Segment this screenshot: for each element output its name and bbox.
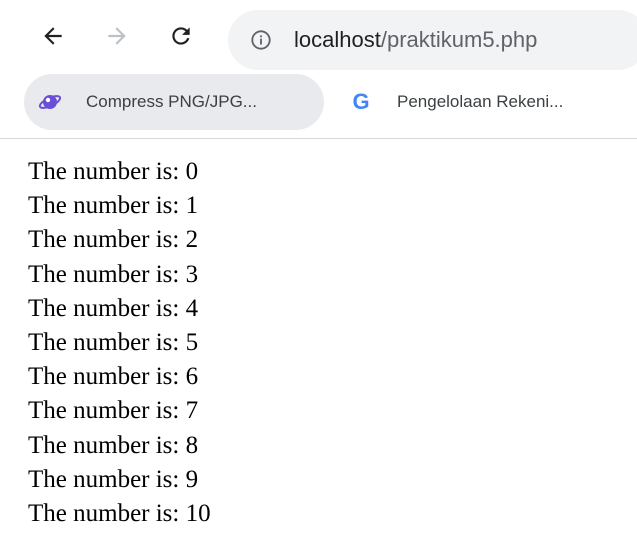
bookmark-label: Compress PNG/JPG...	[86, 92, 257, 111]
output-line: The number is: 5	[28, 329, 199, 357]
compress-png-favicon	[38, 90, 62, 114]
bookmark-pengelolaan-rekening[interactable]: G Pengelolaan Rekeni...	[335, 74, 635, 130]
output-line: The number is: 9	[28, 465, 199, 493]
info-icon[interactable]	[250, 29, 272, 51]
google-g-glyph: G	[352, 89, 370, 114]
url-path: /praktikum5.php	[380, 27, 538, 52]
output-line: The number is: 0	[28, 158, 199, 185]
output-line: The number is: 10	[28, 500, 211, 528]
output-line: The number is: 4	[28, 294, 199, 322]
address-bar[interactable]: localhost/praktikum5.php	[228, 10, 637, 70]
output-line: The number is: 1	[28, 192, 199, 220]
forward-button[interactable]	[100, 19, 134, 53]
toolbar-divider	[0, 138, 637, 139]
output-line: The number is: 8	[28, 431, 199, 459]
url-text[interactable]: localhost/praktikum5.php	[294, 25, 537, 55]
output-line: The number is: 7	[28, 397, 199, 425]
arrow-left-icon	[44, 27, 62, 45]
output-line: The number is: 6	[28, 363, 199, 391]
output-line: The number is: 2	[28, 226, 199, 254]
reload-icon	[172, 27, 190, 45]
output-line: The number is: 3	[28, 260, 199, 288]
browser-toolbar: localhost/praktikum5.php	[0, 0, 637, 70]
url-host: localhost	[294, 27, 381, 52]
bookmark-compress-png[interactable]: Compress PNG/JPG...	[24, 74, 324, 130]
back-button[interactable]	[36, 19, 70, 53]
google-g-icon: G	[349, 90, 373, 114]
arrow-right-icon	[108, 27, 126, 45]
reload-button[interactable]	[164, 19, 198, 53]
bookmarks-bar: Compress PNG/JPG... G Pengelolaan Rekeni…	[0, 70, 637, 138]
bookmark-label: Pengelolaan Rekeni...	[397, 92, 564, 111]
page-content: The number is: 0 The number is: 1 The nu…	[28, 155, 211, 531]
